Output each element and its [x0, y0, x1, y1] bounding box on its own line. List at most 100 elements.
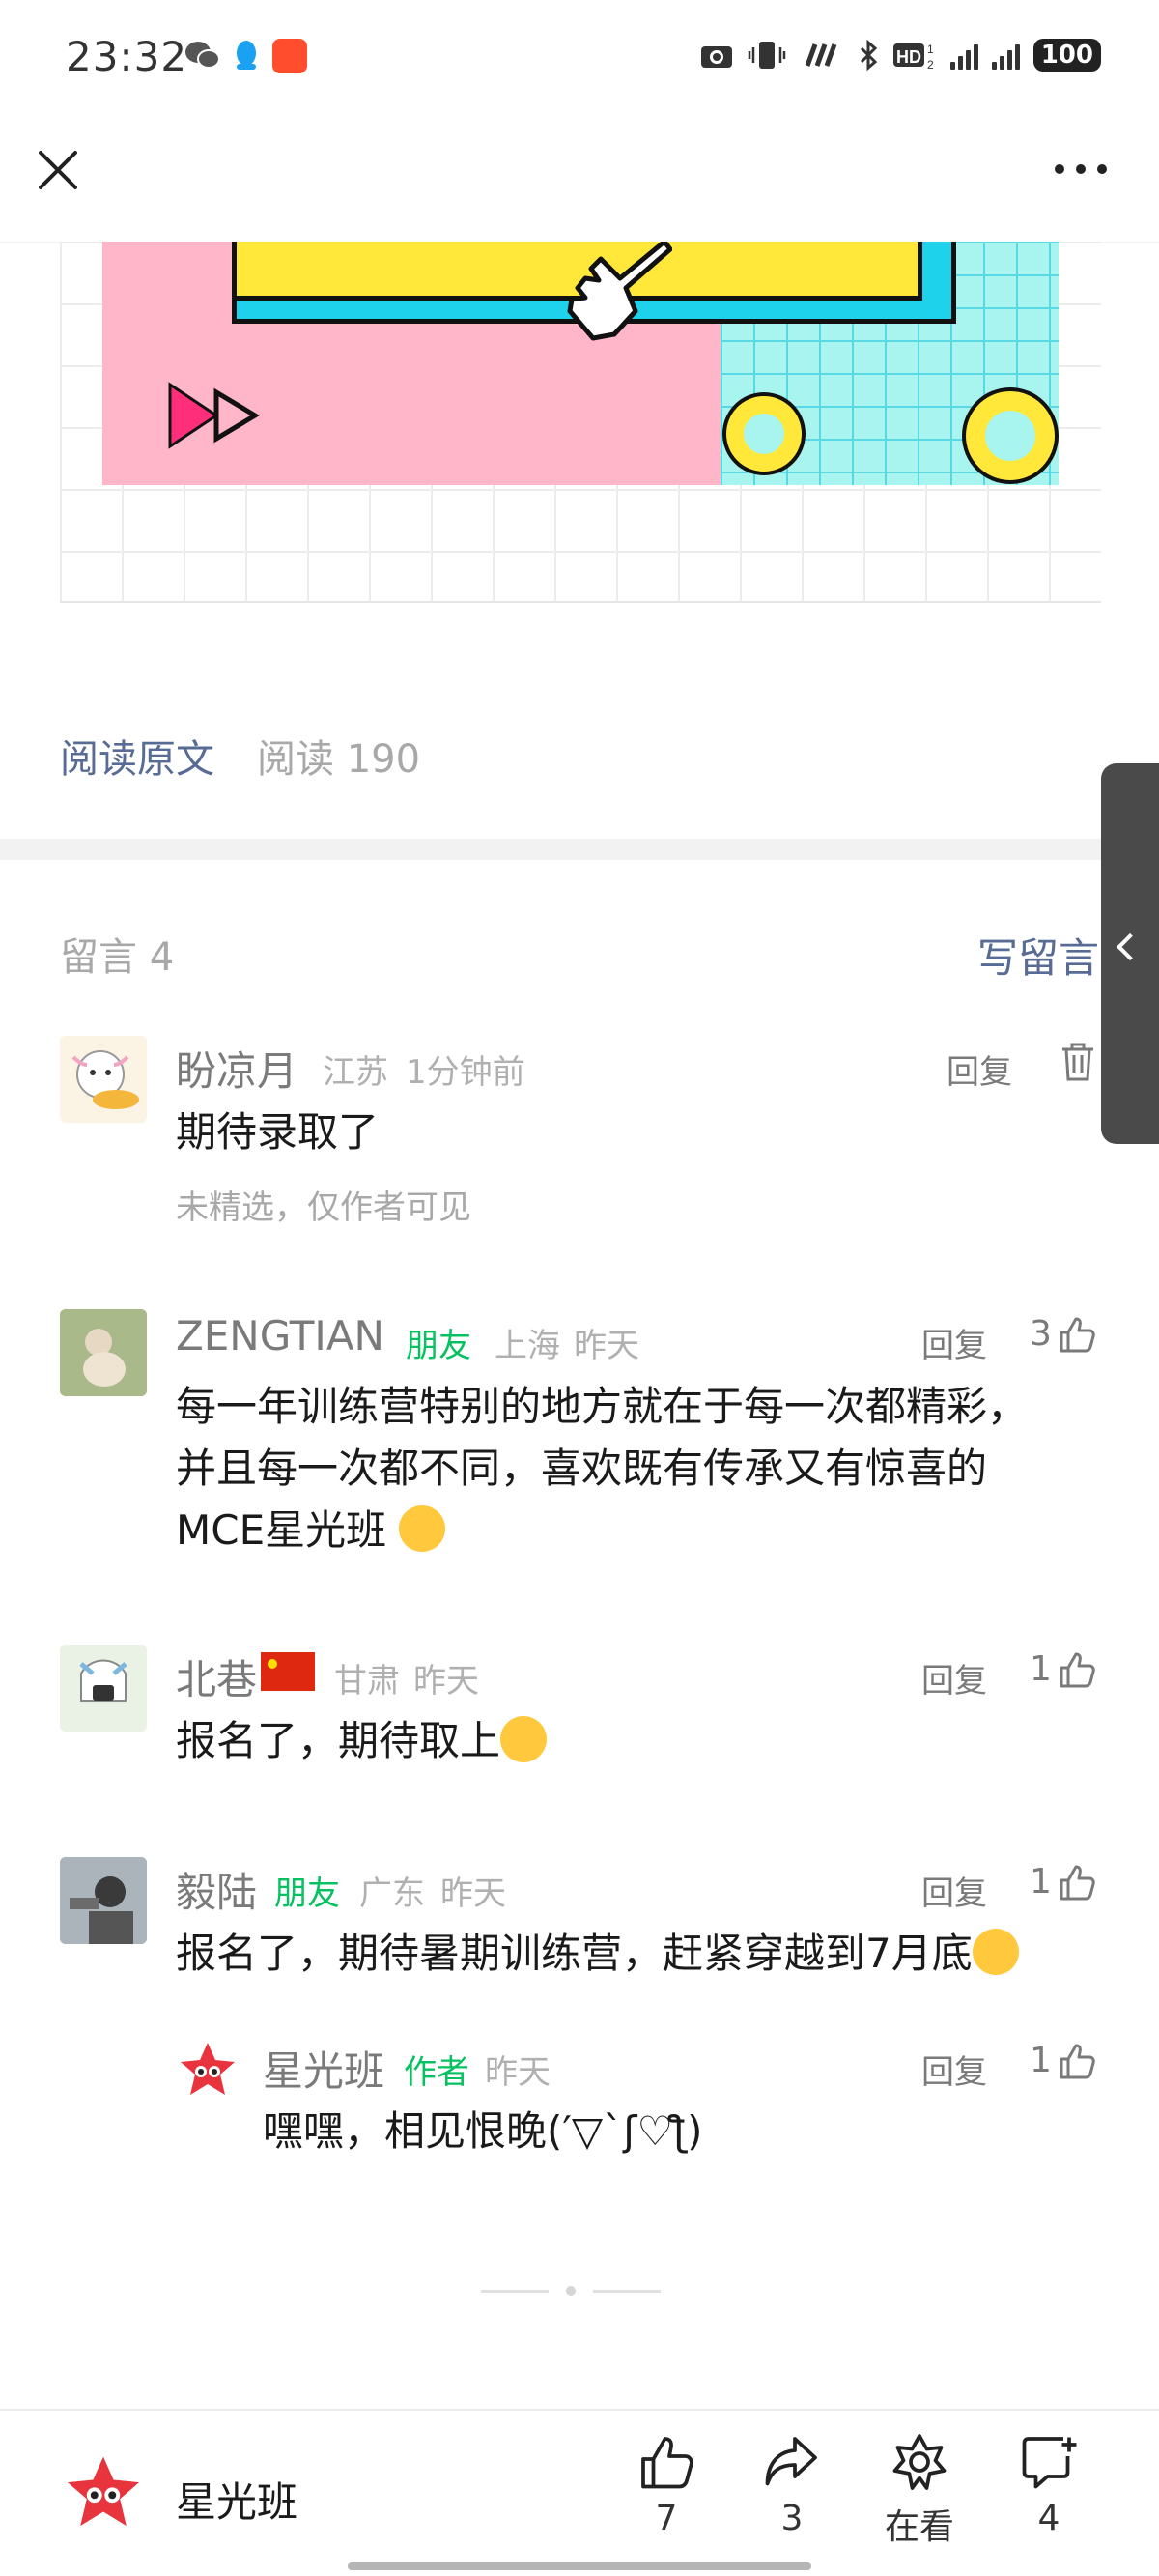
bluetooth-icon: [860, 40, 877, 71]
watching-label: 在看: [884, 2507, 954, 2547]
friend-tag: 朋友: [274, 1875, 340, 1913]
hd-icon: HD 1 2: [892, 43, 934, 71]
read-count: 阅读 190: [257, 737, 421, 782]
comment-count: 4: [1037, 2499, 1060, 2538]
share-icon: [765, 2437, 817, 2486]
more-options-icon[interactable]: [1055, 164, 1107, 174]
share-count: 3: [780, 2499, 804, 2538]
author-tag: 作者: [404, 2053, 469, 2092]
comment-body-line: MCE星光班: [176, 1500, 1122, 1561]
comment-time: 昨天: [440, 1875, 506, 1913]
account-logo[interactable]: [64, 2454, 143, 2533]
comment-visibility-note: 未精选，仅作者可见: [176, 1188, 471, 1227]
signal-icon-1: [949, 41, 978, 70]
comments-title: 留言 4: [60, 935, 175, 980]
reply-button[interactable]: 回复: [921, 1867, 987, 1914]
comment-time: 1分钟前: [406, 1053, 525, 1092]
like-count: 3: [1030, 1314, 1052, 1354]
avatar[interactable]: [60, 1036, 147, 1123]
author-avatar[interactable]: [178, 2041, 238, 2101]
status-notification-icons: [184, 39, 307, 73]
like-button[interactable]: 1: [1030, 1649, 1096, 1689]
reply-button[interactable]: 回复: [921, 2046, 987, 2093]
reply-button[interactable]: 回复: [947, 1045, 1012, 1093]
taobao-icon: [272, 39, 307, 73]
svg-text:HD: HD: [896, 47, 921, 67]
comment-author[interactable]: 盼凉月: [176, 1039, 297, 1098]
reply-button[interactable]: 回复: [921, 1319, 987, 1366]
like-count: 1: [1030, 1649, 1052, 1689]
like-button[interactable]: 1: [1030, 1862, 1096, 1902]
reply-time: 昨天: [485, 2053, 551, 2092]
camera-icon: [700, 46, 732, 68]
close-icon[interactable]: [33, 145, 83, 195]
watching-action[interactable]: 在看: [862, 2433, 977, 2549]
comment-body-line: 每一年训练营特别的地方就在于每一次都精彩，: [176, 1383, 1029, 1430]
like-count: 1: [1030, 2041, 1052, 2080]
reply-button[interactable]: 回复: [921, 1654, 987, 1702]
comment-author[interactable]: ZENGTIAN: [176, 1312, 384, 1360]
reply-body: 嘿嘿，相见恨晚(′▽`ʃ♡ƪ): [263, 2107, 703, 2155]
avatar[interactable]: [60, 1309, 147, 1396]
like-count: 1: [1030, 1862, 1052, 1902]
thumbs-up-icon: [1060, 1317, 1095, 1352]
like-action[interactable]: 7: [608, 2433, 724, 2538]
illustration-ring-icon: [726, 396, 802, 472]
play-arrows-icon: [168, 382, 260, 449]
status-right-icons: HD 1 2 100: [699, 39, 1101, 72]
comment-time: 昨天: [574, 1327, 639, 1365]
watching-icon: [892, 2434, 947, 2490]
illustration-ring-icon: [966, 391, 1055, 480]
svg-text:2: 2: [927, 58, 934, 71]
like-count: 7: [655, 2499, 678, 2538]
pointing-hand-icon: [567, 242, 672, 341]
bottom-divider: [0, 2409, 1159, 2411]
svg-text:1: 1: [927, 43, 934, 56]
grinning-squint-emoji-icon: [972, 1929, 1019, 1975]
vibrate-icon: [748, 42, 785, 69]
home-indicator[interactable]: [348, 2562, 811, 2570]
china-flag-icon: [261, 1652, 315, 1691]
like-button[interactable]: 3: [1030, 1314, 1096, 1354]
comment-add-icon: [1022, 2437, 1077, 2489]
section-divider: [0, 839, 1159, 860]
comment-body: 期待录取了: [176, 1108, 380, 1156]
read-original-link[interactable]: 阅读原文: [60, 728, 214, 784]
thumbs-up-icon: [1060, 1865, 1095, 1900]
speed-icon: [805, 43, 837, 67]
qq-icon: [237, 41, 256, 70]
friend-tag: 朋友: [406, 1327, 471, 1365]
comment-body: 报名了，期待取上: [176, 1710, 1122, 1772]
account-name[interactable]: 星光班: [176, 2470, 297, 2529]
avatar[interactable]: [60, 1857, 147, 1944]
comment-author[interactable]: 北巷: [176, 1647, 257, 1706]
comment-author[interactable]: 毅陆: [176, 1860, 257, 1919]
trash-icon[interactable]: [1059, 1042, 1097, 1082]
like-button[interactable]: 1: [1030, 2041, 1096, 2080]
status-time: 23:32: [66, 33, 188, 80]
comment-body: 每一年训练营特别的地方就在于每一次都精彩， 并且每一次都不同，喜欢既有传承又有惊…: [176, 1376, 1122, 1561]
tongue-emoji-icon: [399, 1505, 446, 1552]
comment-action[interactable]: 4: [991, 2433, 1107, 2538]
battery-indicator: 100: [1032, 39, 1101, 72]
thumbs-up-icon: [1060, 1652, 1095, 1687]
avatar[interactable]: [60, 1645, 147, 1732]
heart-eyes-emoji-icon: [500, 1716, 548, 1762]
write-comment-button[interactable]: 写留言: [977, 926, 1099, 985]
thumbs-up-icon: [1060, 2044, 1095, 2078]
comment-location: 江苏: [323, 1053, 388, 1092]
comment-body-line: 并且每一次都不同，喜欢既有传承又有惊喜的: [176, 1445, 988, 1492]
comment-location: 甘肃: [334, 1662, 400, 1701]
thumbs-up-icon: [641, 2437, 693, 2489]
side-floating-tab[interactable]: [1101, 763, 1159, 1144]
comment-location: 广东: [359, 1875, 425, 1913]
reply-author[interactable]: 星光班: [263, 2039, 384, 2098]
comment-body: 报名了，期待暑期训练营，赶紧穿越到7月底: [176, 1923, 1122, 1985]
comments-pager: [481, 2286, 661, 2296]
signal-icon-2: [991, 41, 1020, 70]
wechat-icon: [185, 42, 220, 69]
comment-time: 昨天: [413, 1662, 479, 1701]
chevron-left-icon: [1116, 932, 1145, 961]
comment-location: 上海: [495, 1327, 560, 1365]
share-action[interactable]: 3: [734, 2433, 850, 2538]
